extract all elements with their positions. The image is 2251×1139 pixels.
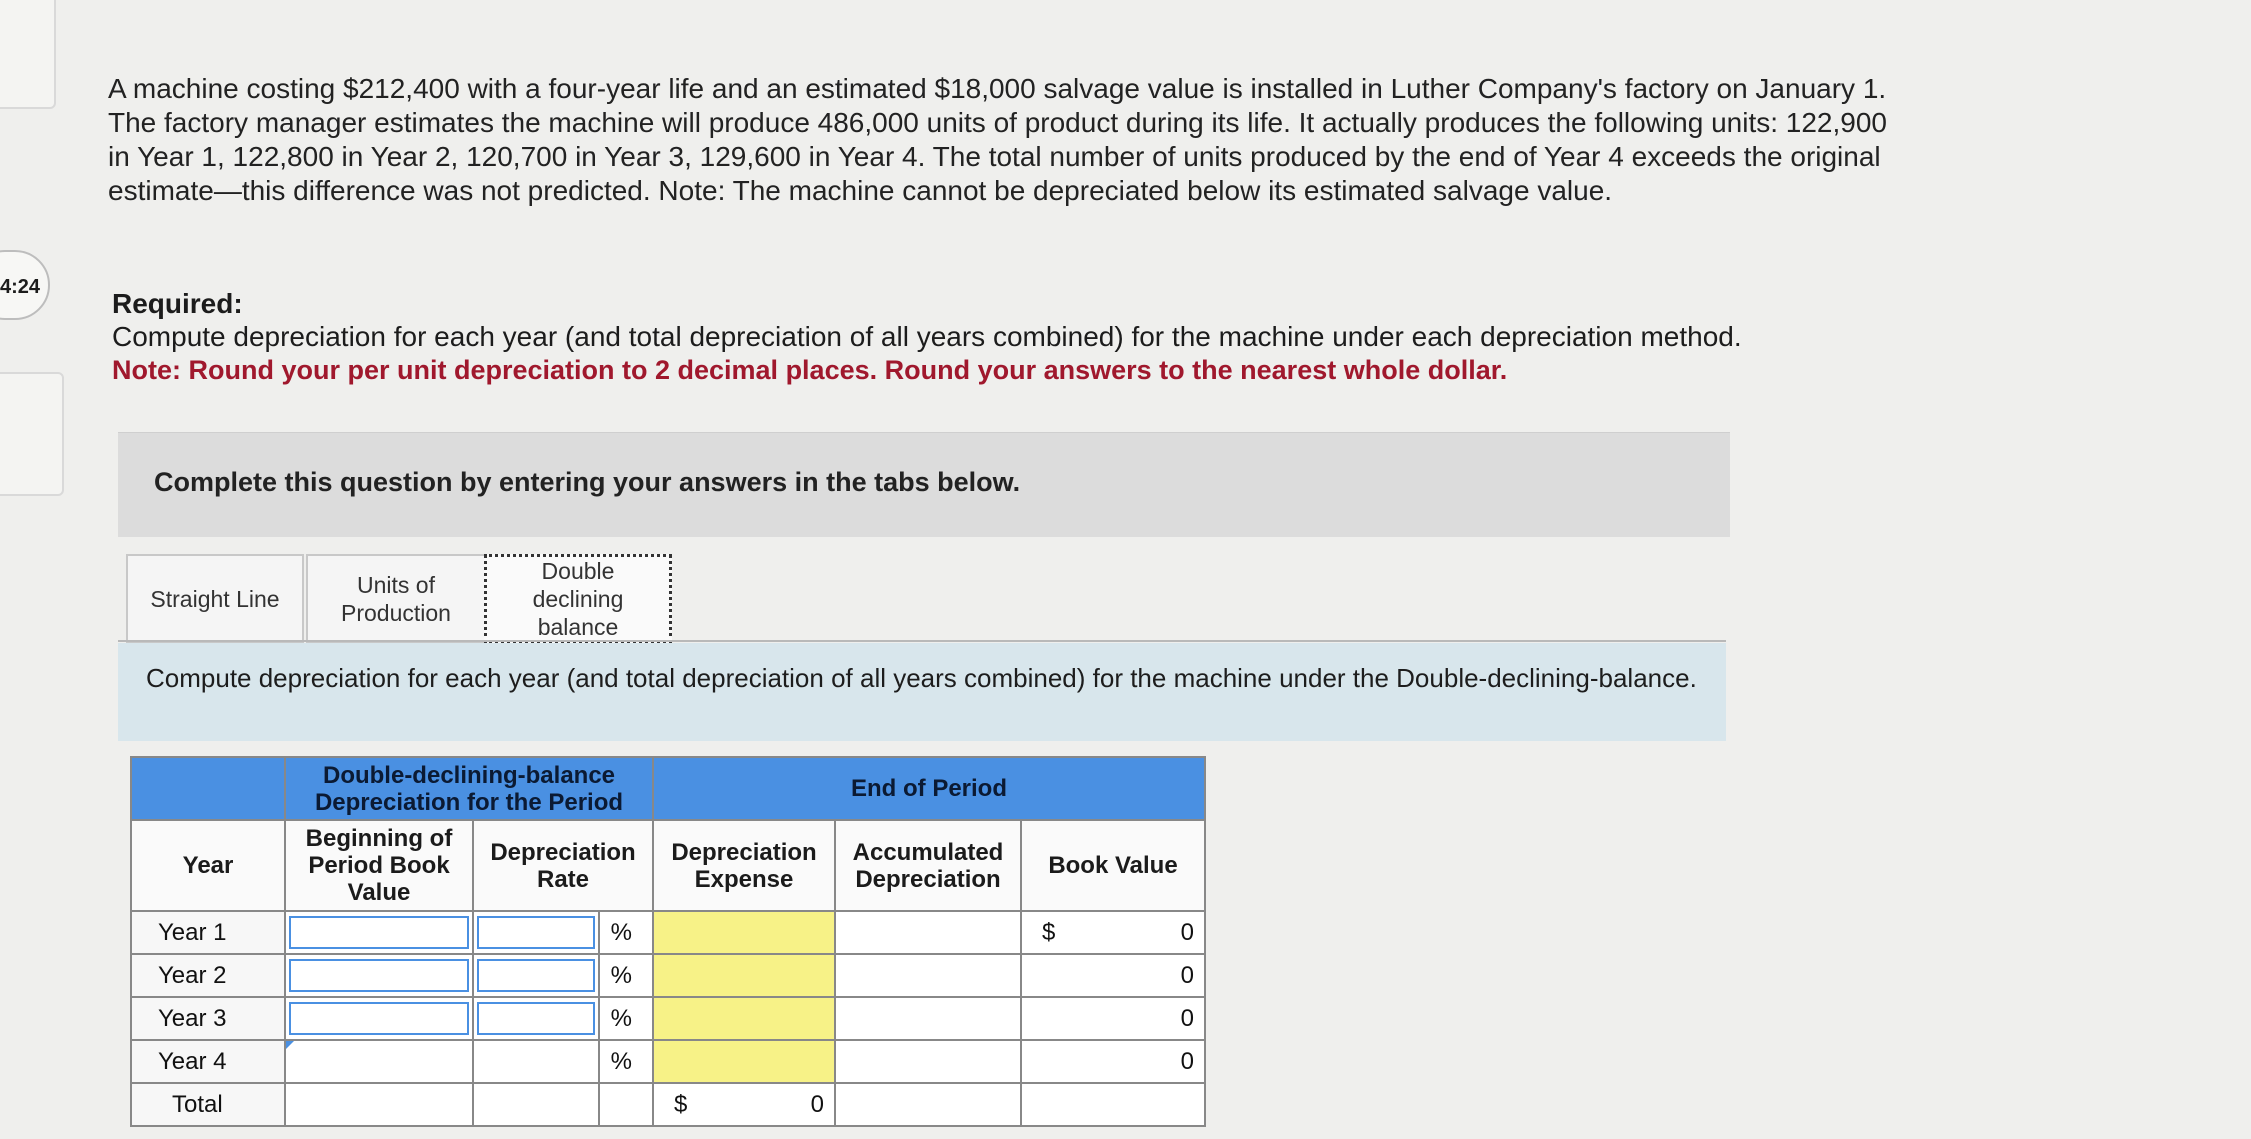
accumulated-depreciation-input[interactable] xyxy=(834,953,1022,998)
begin-book-value-input[interactable] xyxy=(289,916,469,949)
col-year: Year xyxy=(130,819,286,912)
row-label: Year 3 xyxy=(130,996,286,1041)
tab-units-of-production[interactable]: Units of Production xyxy=(306,554,486,644)
tab-straight-line[interactable]: Straight Line xyxy=(126,554,304,644)
begin-book-value-input[interactable] xyxy=(289,1002,469,1035)
row-label: Year 4 xyxy=(130,1039,286,1084)
total-label: Total xyxy=(130,1082,286,1127)
tab-divider xyxy=(118,640,1726,642)
accumulated-depreciation-input[interactable] xyxy=(834,1039,1022,1084)
dollar-sign: $ xyxy=(674,1091,688,1118)
percent-sign: % xyxy=(598,910,654,955)
book-value-cell: 0 xyxy=(1020,1039,1206,1084)
instructions-banner: Complete this question by entering your … xyxy=(118,432,1730,537)
book-value-cell: 0 xyxy=(1020,996,1206,1041)
header-blank xyxy=(130,756,286,821)
accumulated-depreciation-input[interactable] xyxy=(834,996,1022,1041)
table-row: Year 3 % 0 xyxy=(130,996,1206,1041)
percent-sign: % xyxy=(598,996,654,1041)
side-panel-top xyxy=(0,0,56,109)
row-label: Year 1 xyxy=(130,910,286,955)
depreciation-table: Double-declining-balance Depreciation fo… xyxy=(130,756,1206,1127)
depreciation-expense-input[interactable] xyxy=(652,910,836,955)
depreciation-rate-input[interactable] xyxy=(477,916,595,949)
book-value: 0 xyxy=(1180,919,1194,946)
col-book-value: Book Value xyxy=(1020,819,1206,912)
book-value: 0 xyxy=(1180,1048,1194,1075)
total-expense: 0 xyxy=(810,1091,824,1118)
total-row: Total $ 0 xyxy=(130,1082,1206,1127)
accumulated-depreciation-input[interactable] xyxy=(834,910,1022,955)
book-value: 0 xyxy=(1180,1005,1194,1032)
timer-badge: 4:24 xyxy=(0,250,50,320)
book-value-cell: $ 0 xyxy=(1020,910,1206,955)
col-depreciation-rate: Depreciation Rate xyxy=(472,819,654,912)
table-row: Year 4 % 0 xyxy=(130,1039,1206,1084)
col-accumulated-depreciation: Accumulated Depreciation xyxy=(834,819,1022,912)
input-marker-icon xyxy=(286,1041,294,1049)
problem-text: A machine costing $212,400 with a four-y… xyxy=(108,73,1887,206)
depreciation-expense-input[interactable] xyxy=(652,996,836,1041)
book-value-cell: 0 xyxy=(1020,953,1206,998)
table-row: Year 2 % 0 xyxy=(130,953,1206,998)
book-value: 0 xyxy=(1180,962,1194,989)
depreciation-expense-input[interactable] xyxy=(652,953,836,998)
depreciation-rate-input[interactable] xyxy=(472,1039,600,1084)
col-begin-book-value: Beginning of Period Book Value xyxy=(284,819,474,912)
percent-sign: % xyxy=(598,953,654,998)
total-expense-cell: $ 0 xyxy=(652,1082,836,1127)
depreciation-expense-input[interactable] xyxy=(652,1039,836,1084)
depreciation-rate-input[interactable] xyxy=(477,1002,595,1035)
tab-double-declining-balance[interactable]: Double declining balance xyxy=(484,554,672,644)
header-end-of-period: End of Period xyxy=(652,756,1206,821)
instruction-text: Compute depreciation for each year (and … xyxy=(146,663,1697,693)
depreciation-rate-input[interactable] xyxy=(477,959,595,992)
row-label: Year 2 xyxy=(130,953,286,998)
table-row: Year 1 % $ 0 xyxy=(130,910,1206,955)
banner-text: Complete this question by entering your … xyxy=(154,467,1021,497)
required-text: Compute depreciation for each year (and … xyxy=(112,321,1742,352)
dollar-sign: $ xyxy=(1042,919,1056,946)
begin-book-value-input[interactable] xyxy=(289,959,469,992)
col-depreciation-expense: Depreciation Expense xyxy=(652,819,836,912)
percent-sign: % xyxy=(598,1039,654,1084)
instruction-panel: Compute depreciation for each year (and … xyxy=(118,643,1726,741)
header-group-period: Double-declining-balance Depreciation fo… xyxy=(284,756,654,821)
required-note: Note: Round your per unit depreciation t… xyxy=(112,355,1508,385)
side-panel-bottom xyxy=(0,372,64,496)
required-title: Required: xyxy=(112,288,243,319)
